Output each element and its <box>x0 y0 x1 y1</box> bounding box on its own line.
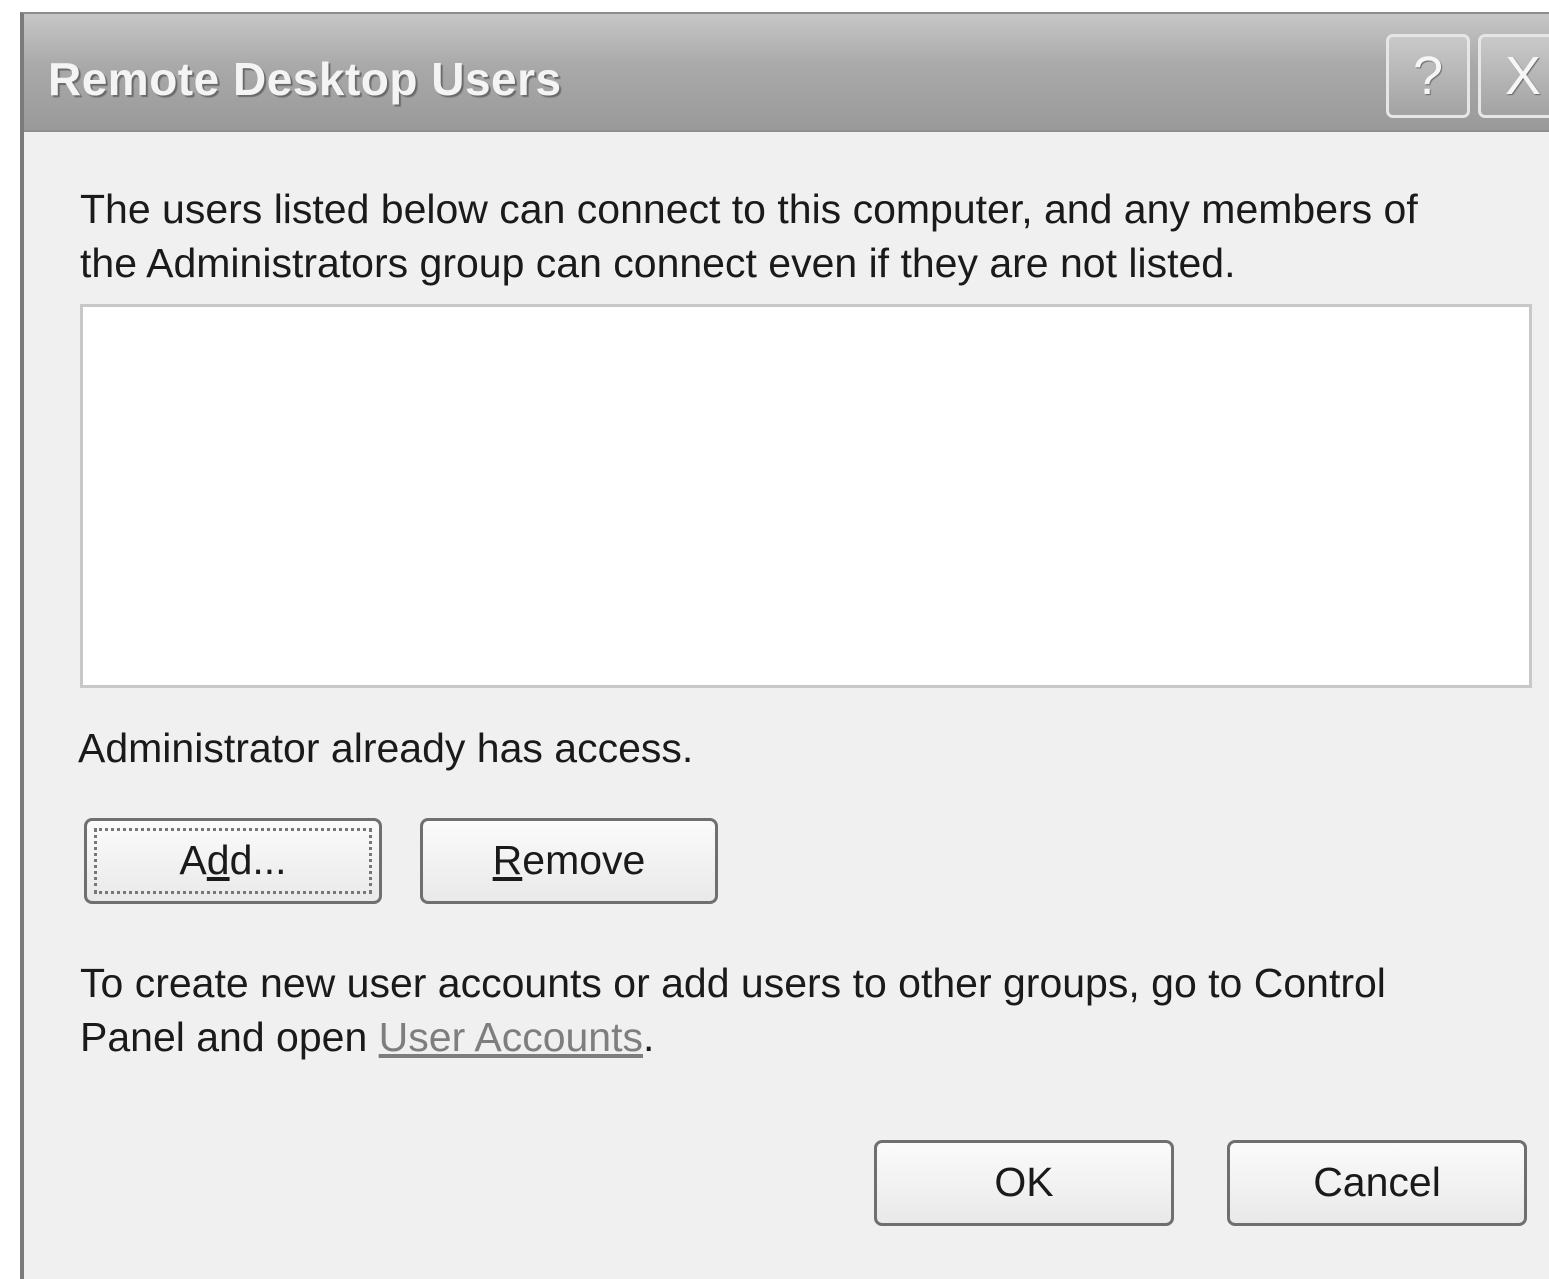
focus-rectangle <box>94 828 372 894</box>
intro-line-2: the Administrators group can connect eve… <box>80 240 1236 286</box>
remote-desktop-users-dialog: Remote Desktop Users ? X The users liste… <box>20 12 1549 1279</box>
user-accounts-link[interactable]: User Accounts <box>379 1014 643 1060</box>
close-button[interactable]: X <box>1478 34 1549 118</box>
footer-line-2: Panel and open User Accounts. <box>80 1014 655 1060</box>
ok-button[interactable]: OK <box>874 1140 1174 1226</box>
help-button[interactable]: ? <box>1386 34 1470 118</box>
user-list[interactable] <box>80 304 1532 688</box>
status-text: Administrator already has access. <box>78 725 694 771</box>
cancel-button[interactable]: Cancel <box>1227 1140 1527 1226</box>
help-icon: ? <box>1412 46 1444 106</box>
intro-text: The users listed below can connect to th… <box>80 182 1418 290</box>
close-icon: X <box>1504 46 1542 106</box>
window-title: Remote Desktop Users <box>48 53 562 105</box>
remove-button[interactable]: Remove <box>420 818 718 904</box>
add-button[interactable]: Add... <box>84 818 382 904</box>
footer-line-1: To create new user accounts or add users… <box>80 960 1386 1006</box>
intro-line-1: The users listed below can connect to th… <box>80 186 1418 232</box>
remove-button-label: Remove <box>492 837 646 883</box>
title-bar[interactable]: Remote Desktop Users ? X <box>24 14 1549 132</box>
footer-text: To create new user accounts or add users… <box>80 956 1386 1064</box>
